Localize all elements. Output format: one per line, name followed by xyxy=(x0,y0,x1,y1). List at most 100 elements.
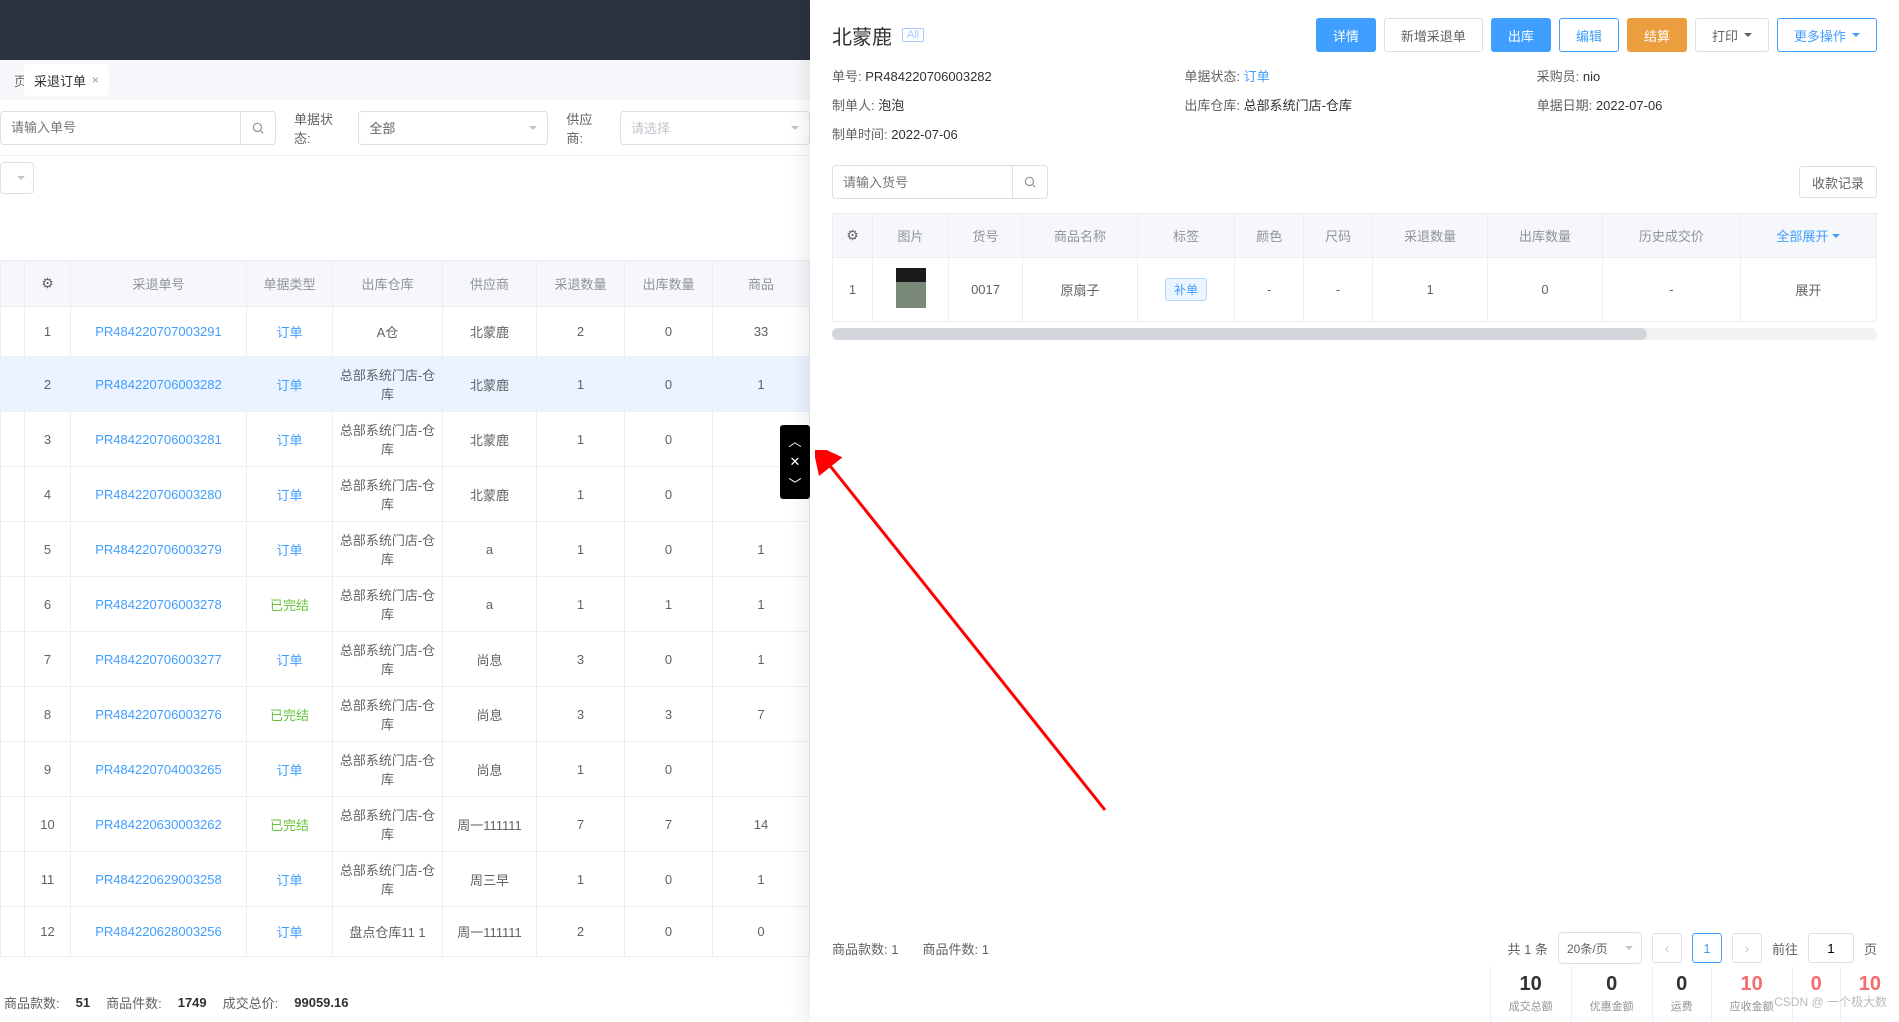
detail-row: 1 0017 原扇子 补单 - - 1 0 - 展开 xyxy=(833,258,1877,322)
page-1[interactable]: 1 xyxy=(1692,933,1722,963)
page-size-select[interactable]: 20条/页 xyxy=(1558,932,1642,964)
dcol-gear[interactable]: ⚙ xyxy=(833,214,873,258)
cell-checkbox[interactable] xyxy=(1,632,25,687)
supplier-select[interactable]: 请选择 xyxy=(620,111,810,145)
cell-checkbox[interactable] xyxy=(1,742,25,797)
cell-order-no[interactable]: PR484220704003265 xyxy=(71,742,247,797)
table-row[interactable]: 1PR484220707003291订单A仓北蒙鹿2033 xyxy=(1,307,810,357)
settle-button[interactable]: 结算 xyxy=(1627,18,1687,52)
goto-input[interactable] xyxy=(1808,933,1854,963)
detail-footer: 商品款数: 1 商品件数: 1 共 1 条 20条/页 ‹ 1 › 前往 页 xyxy=(810,932,1899,964)
detail-button[interactable]: 详情 xyxy=(1316,18,1376,52)
cell-goods: 1 xyxy=(713,357,810,412)
cell-warehouse: 总部系统门店-仓库 xyxy=(333,687,443,742)
new-return-button[interactable]: 新增采退单 xyxy=(1384,18,1483,52)
table-row[interactable]: 4PR484220706003280订单总部系统门店-仓库北蒙鹿10 xyxy=(1,467,810,522)
cell-order-no[interactable]: PR484220707003291 xyxy=(71,307,247,357)
cell-order-no[interactable]: PR484220706003282 xyxy=(71,357,247,412)
gear-icon: ⚙ xyxy=(846,227,859,243)
tabs-bar: 页 采退订单 × xyxy=(0,60,810,100)
table-row[interactable]: 8PR484220706003276已完结总部系统门店-仓库尚息337 xyxy=(1,687,810,742)
cell-checkbox[interactable] xyxy=(1,467,25,522)
table-row[interactable]: 11PR484220629003258订单总部系统门店-仓库周三早101 xyxy=(1,852,810,907)
table-row[interactable]: 3PR484220706003281订单总部系统门店-仓库北蒙鹿10 xyxy=(1,412,810,467)
table-row[interactable]: 12PR484220628003256订单盘点仓库11 1周一111111200 xyxy=(1,907,810,957)
scrollbar-thumb[interactable] xyxy=(832,328,1647,340)
cell-order-no[interactable]: PR484220706003277 xyxy=(71,632,247,687)
table-row[interactable]: 6PR484220706003278已完结总部系统门店-仓库a111 xyxy=(1,577,810,632)
cell-expand[interactable]: 展开 xyxy=(1740,258,1876,322)
cell-checkbox[interactable] xyxy=(1,907,25,957)
prev-page[interactable]: ‹ xyxy=(1652,933,1682,963)
receipt-log-button[interactable]: 收款记录 xyxy=(1799,166,1877,198)
status-select[interactable]: 全部 xyxy=(358,111,548,145)
edit-button[interactable]: 编辑 xyxy=(1559,18,1619,52)
more-button[interactable]: 更多操作 xyxy=(1777,18,1877,52)
search-icon xyxy=(1023,175,1037,189)
cell-idx: 2 xyxy=(25,357,71,412)
cell-checkbox[interactable] xyxy=(1,357,25,412)
tab-return-orders[interactable]: 采退订单 × xyxy=(24,64,109,96)
cell-out: 1 xyxy=(625,577,713,632)
col-gear[interactable]: ⚙ xyxy=(25,261,71,307)
print-button[interactable]: 打印 xyxy=(1695,18,1769,52)
dpiece-val: 1 xyxy=(982,942,989,957)
meta-time-label: 制单时间: xyxy=(832,127,888,142)
table-row[interactable]: 9PR484220704003265订单总部系统门店-仓库尚息10 xyxy=(1,742,810,797)
cell-out: 0 xyxy=(1488,258,1603,322)
nav-down-icon[interactable]: ﹀ xyxy=(788,472,801,495)
cell-checkbox[interactable] xyxy=(1,797,25,852)
order-search-input[interactable] xyxy=(0,111,240,145)
table-row[interactable]: 2PR484220706003282订单总部系统门店-仓库北蒙鹿101 xyxy=(1,357,810,412)
cell-order-no[interactable]: PR484220706003280 xyxy=(71,467,247,522)
cell-checkbox[interactable] xyxy=(1,687,25,742)
cell-order-no[interactable]: PR484220630003262 xyxy=(71,797,247,852)
cell-checkbox[interactable] xyxy=(1,412,25,467)
cell-order-no[interactable]: PR484220706003279 xyxy=(71,522,247,577)
cell-checkbox[interactable] xyxy=(1,577,25,632)
cell-qty: 1 xyxy=(537,577,625,632)
meta-buyer-value: nio xyxy=(1583,69,1600,84)
table-row[interactable]: 7PR484220706003277订单总部系统门店-仓库尚息301 xyxy=(1,632,810,687)
cell-qty[interactable]: 1 xyxy=(1373,258,1488,322)
table-row[interactable]: 10PR484220630003262已完结总部系统门店-仓库周一1111117… xyxy=(1,797,810,852)
item-search-input[interactable] xyxy=(832,165,1012,199)
detail-table: ⚙ 图片 货号 商品名称 标签 颜色 尺码 采退数量 出库数量 历史成交价 全部… xyxy=(832,213,1877,322)
cell-order-no[interactable]: PR484220706003281 xyxy=(71,412,247,467)
cell-checkbox[interactable] xyxy=(1,307,25,357)
expand-all-button[interactable]: 全部展开 xyxy=(1776,226,1840,245)
horizontal-scrollbar[interactable] xyxy=(832,328,1877,340)
meta-status-value: 订单 xyxy=(1244,69,1270,84)
nav-up-icon[interactable]: ︿ xyxy=(788,429,801,452)
cell-supplier: 北蒙鹿 xyxy=(443,412,537,467)
search-button[interactable] xyxy=(240,111,276,145)
cell-order-no[interactable]: PR484220628003256 xyxy=(71,907,247,957)
orders-table: ⚙ 采退单号 单据类型 出库仓库 供应商 采退数量 出库数量 商品 1PR484… xyxy=(0,260,810,957)
product-thumbnail xyxy=(896,268,926,308)
cell-warehouse: 总部系统门店-仓库 xyxy=(333,522,443,577)
col-checkbox xyxy=(1,261,25,307)
cell-idx: 11 xyxy=(25,852,71,907)
cell-order-no[interactable]: PR484220706003278 xyxy=(71,577,247,632)
table-header-row: ⚙ 采退单号 单据类型 出库仓库 供应商 采退数量 出库数量 商品 xyxy=(1,261,810,307)
small-select[interactable] xyxy=(0,162,34,194)
supplier-label: 供应商: xyxy=(566,109,602,147)
cell-order-no[interactable]: PR484220706003276 xyxy=(71,687,247,742)
cell-out: 0 xyxy=(625,742,713,797)
cell-goods: 1 xyxy=(713,852,810,907)
table-row[interactable]: 5PR484220706003279订单总部系统门店-仓库a101 xyxy=(1,522,810,577)
item-search-button[interactable] xyxy=(1012,165,1048,199)
cell-goods: 1 xyxy=(713,522,810,577)
cell-out: 0 xyxy=(625,632,713,687)
tab-home[interactable]: 页 xyxy=(4,64,24,96)
cell-checkbox[interactable] xyxy=(1,852,25,907)
cell-warehouse: 总部系统门店-仓库 xyxy=(333,632,443,687)
cell-order-no[interactable]: PR484220629003258 xyxy=(71,852,247,907)
cell-qty: 3 xyxy=(537,632,625,687)
out-button[interactable]: 出库 xyxy=(1491,18,1551,52)
close-icon[interactable]: × xyxy=(92,73,99,87)
nav-close-icon[interactable]: ✕ xyxy=(790,452,801,472)
cell-checkbox[interactable] xyxy=(1,522,25,577)
next-page[interactable]: › xyxy=(1732,933,1762,963)
filter-bar: 单据状态: 全部 供应商: 请选择 xyxy=(0,100,810,156)
